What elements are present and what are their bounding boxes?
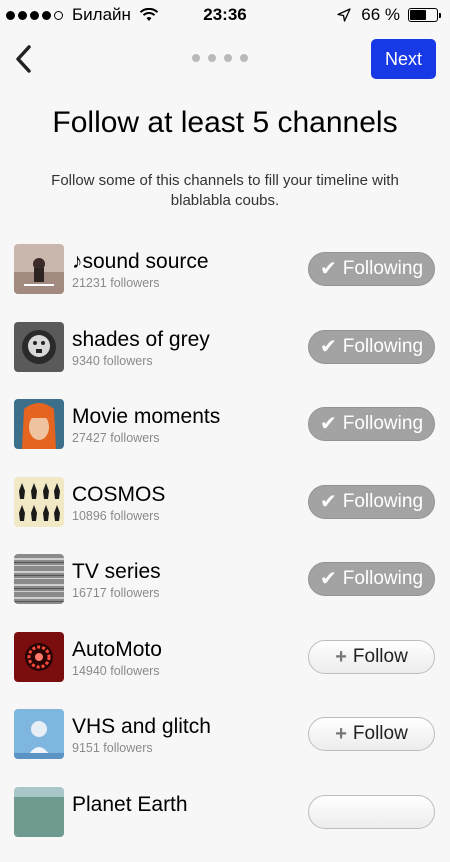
battery-icon <box>408 8 438 22</box>
check-icon: ✔ <box>320 569 337 589</box>
channel-row[interactable]: ♪sound source 21231 followers ✔ Followin… <box>0 242 450 320</box>
page-dot <box>224 54 232 62</box>
check-icon: ✔ <box>320 259 337 279</box>
battery-fill <box>410 10 426 20</box>
page-dot <box>240 54 248 62</box>
channel-row[interactable]: VHS and glitch 9151 followers + Follow <box>0 707 450 785</box>
channel-row[interactable]: COSMOS 10896 followers ✔ Following <box>0 475 450 553</box>
button-label: Following <box>343 491 423 513</box>
channel-row[interactable]: Planet Earth <box>0 785 450 862</box>
page-title: Follow at least 5 channels <box>0 106 450 140</box>
status-right: 66 % <box>337 5 438 25</box>
channel-name: shades of grey <box>72 328 210 352</box>
button-label: Follow <box>353 723 408 745</box>
following-button[interactable]: ✔ Following <box>308 485 435 519</box>
battery-tip <box>439 13 441 18</box>
channel-followers: 27427 followers <box>72 431 160 445</box>
channel-thumbnail <box>14 554 64 604</box>
check-icon: ✔ <box>320 414 337 434</box>
button-label: Following <box>343 336 423 358</box>
battery-percent: 66 % <box>361 5 400 25</box>
channel-name: Planet Earth <box>72 793 188 817</box>
follow-button[interactable]: + Follow <box>308 717 435 751</box>
channel-followers: 9151 followers <box>72 741 153 755</box>
channel-followers: 9340 followers <box>72 354 153 368</box>
next-button[interactable]: Next <box>371 39 436 79</box>
channel-thumbnail <box>14 399 64 449</box>
button-label: Following <box>343 413 423 435</box>
channel-thumbnail <box>14 709 64 759</box>
following-button[interactable]: ✔ Following <box>308 330 435 364</box>
channel-thumbnail <box>14 244 64 294</box>
location-arrow-icon <box>337 8 351 22</box>
channel-name: ♪sound source <box>72 250 209 274</box>
page-dot <box>192 54 200 62</box>
check-icon: ✔ <box>320 492 337 512</box>
following-button[interactable]: ✔ Following <box>308 252 435 286</box>
following-button[interactable]: ✔ Following <box>308 562 435 596</box>
page-dot <box>208 54 216 62</box>
channel-name: Movie moments <box>72 405 220 429</box>
channel-name: AutoMoto <box>72 638 162 662</box>
channel-followers: 10896 followers <box>72 509 160 523</box>
plus-icon: + <box>335 724 347 744</box>
page-indicator <box>192 54 256 62</box>
channel-thumbnail <box>14 477 64 527</box>
channel-name: TV series <box>72 560 161 584</box>
channel-row[interactable]: Movie moments 27427 followers ✔ Followin… <box>0 397 450 475</box>
channel-followers: 21231 followers <box>72 276 160 290</box>
channel-followers: 16717 followers <box>72 586 160 600</box>
plus-icon: + <box>335 647 347 667</box>
button-label: Following <box>343 258 423 280</box>
button-label: Following <box>343 568 423 590</box>
channel-thumbnail <box>14 632 64 682</box>
button-label: Follow <box>353 646 408 668</box>
following-button[interactable]: ✔ Following <box>308 407 435 441</box>
channel-row[interactable]: AutoMoto 14940 followers + Follow <box>0 630 450 708</box>
channel-thumbnail <box>14 322 64 372</box>
channel-name: VHS and glitch <box>72 715 211 739</box>
channel-followers: 14940 followers <box>72 664 160 678</box>
check-icon: ✔ <box>320 337 337 357</box>
follow-button[interactable]: + Follow <box>308 640 435 674</box>
page-subtitle: Follow some of this channels to fill you… <box>40 171 410 211</box>
channel-thumbnail <box>14 787 64 837</box>
status-bar: Билайн 23:36 66 % <box>0 0 450 32</box>
channel-row[interactable]: shades of grey 9340 followers ✔ Followin… <box>0 320 450 398</box>
channel-name: COSMOS <box>72 483 165 507</box>
channel-row[interactable]: TV series 16717 followers ✔ Following <box>0 552 450 630</box>
back-chevron-icon[interactable] <box>10 42 38 76</box>
